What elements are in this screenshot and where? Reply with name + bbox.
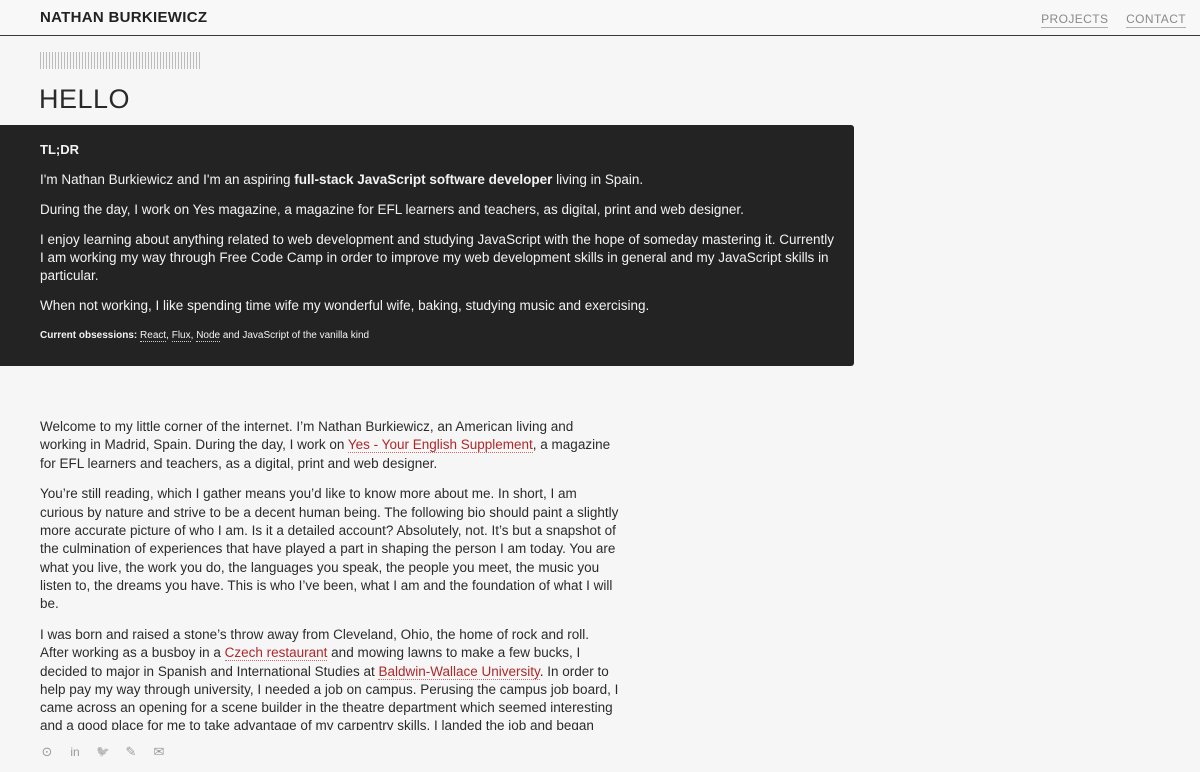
obsession-node-link[interactable]: Node bbox=[196, 330, 221, 342]
page-title: HELLO bbox=[39, 84, 131, 114]
site-brand[interactable]: NATHAN BURKIEWICZ bbox=[40, 9, 207, 26]
tldr-intro-bold: full-stack JavaScript software developer bbox=[294, 172, 553, 187]
baldwin-wallace-link[interactable]: Baldwin-Wallace University bbox=[378, 663, 540, 680]
obsession-flux-link[interactable]: Flux bbox=[171, 330, 191, 342]
tldr-intro-post: living in Spain. bbox=[552, 172, 644, 187]
current-obsessions: Current obsessions: React, Flux, Node an… bbox=[40, 327, 838, 345]
pen-icon[interactable]: ✎ bbox=[124, 745, 138, 759]
tldr-intro: I'm Nathan Burkiewicz and I'm an aspirin… bbox=[40, 171, 838, 189]
czech-restaurant-link[interactable]: Czech restaurant bbox=[224, 645, 328, 662]
tldr-intro-pre: I'm Nathan Burkiewicz and I'm an aspirin… bbox=[40, 172, 295, 187]
nav-contact-link[interactable]: CONTACT bbox=[1126, 12, 1186, 28]
social-links: ⊙ in 🐦 ✎ ✉ bbox=[40, 745, 166, 760]
yes-magazine-link[interactable]: Yes - Your English Supplement bbox=[347, 437, 533, 454]
barcode-decoration bbox=[40, 52, 201, 69]
main-nav: PROJECTS CONTACT bbox=[1041, 12, 1200, 28]
bio-content: Welcome to my little corner of the inter… bbox=[40, 418, 620, 730]
nav-projects-link[interactable]: PROJECTS bbox=[1041, 12, 1109, 28]
obsessions-tail: and JavaScript of the vanilla kind bbox=[220, 330, 370, 341]
mail-icon[interactable]: ✉ bbox=[152, 745, 166, 759]
tldr-learning: I enjoy learning about anything related … bbox=[40, 232, 834, 283]
github-icon[interactable]: ⊙ bbox=[40, 745, 54, 759]
site-header: NATHAN BURKIEWICZ PROJECTS CONTACT bbox=[0, 0, 1200, 36]
obsession-react-link[interactable]: React bbox=[140, 330, 167, 342]
obsessions-label: Current obsessions: bbox=[40, 330, 138, 341]
tldr-box: TL;DR I'm Nathan Burkiewicz and I'm an a… bbox=[0, 125, 854, 366]
linkedin-icon[interactable]: in bbox=[68, 745, 82, 759]
bio-paragraph: Welcome to my little corner of the inter… bbox=[40, 418, 620, 473]
tldr-hobbies: When not working, I like spending time w… bbox=[40, 298, 650, 313]
tldr-work: During the day, I work on Yes magazine, … bbox=[40, 202, 744, 217]
tldr-heading: TL;DR bbox=[40, 142, 79, 157]
bio-paragraph: I was born and raised a stone’s throw aw… bbox=[40, 626, 620, 730]
twitter-icon[interactable]: 🐦 bbox=[96, 745, 110, 759]
bio-paragraph: You’re still reading, which I gather mea… bbox=[40, 486, 619, 612]
obsession-sep: , bbox=[166, 330, 172, 341]
